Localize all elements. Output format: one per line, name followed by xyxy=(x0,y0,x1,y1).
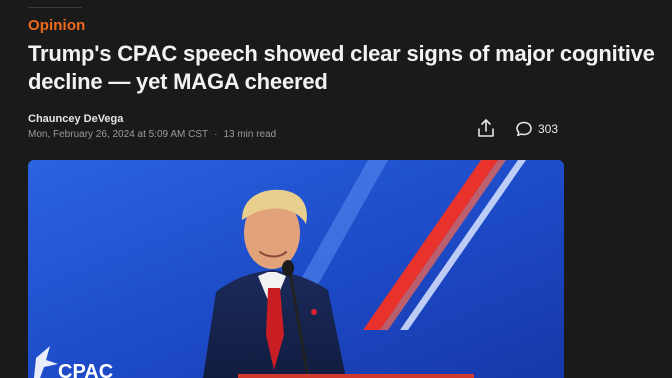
hero-image[interactable]: CPAC xyxy=(28,160,564,378)
comment-count: 303 xyxy=(538,122,559,136)
publish-date: Mon, February 26, 2024 at 5:09 AM CST xyxy=(28,129,209,140)
share-icon xyxy=(478,119,494,137)
comment-icon xyxy=(516,121,532,137)
article-headline: Trump's CPAC speech showed clear signs o… xyxy=(28,41,655,94)
share-button[interactable] xyxy=(475,117,497,139)
meta-separator: · xyxy=(214,129,218,140)
cpac-logo-text: CPAC xyxy=(58,361,113,378)
read-time: 13 min read xyxy=(223,129,277,140)
comments-button[interactable]: 303 xyxy=(515,119,558,139)
podium xyxy=(238,374,474,378)
article-meta: Mon, February 26, 2024 at 5:09 AM CST · 13… xyxy=(28,129,276,140)
section-label[interactable]: Opinion xyxy=(28,17,85,34)
author-name[interactable]: Chauncey DeVega xyxy=(28,113,123,125)
section-divider xyxy=(28,7,82,8)
